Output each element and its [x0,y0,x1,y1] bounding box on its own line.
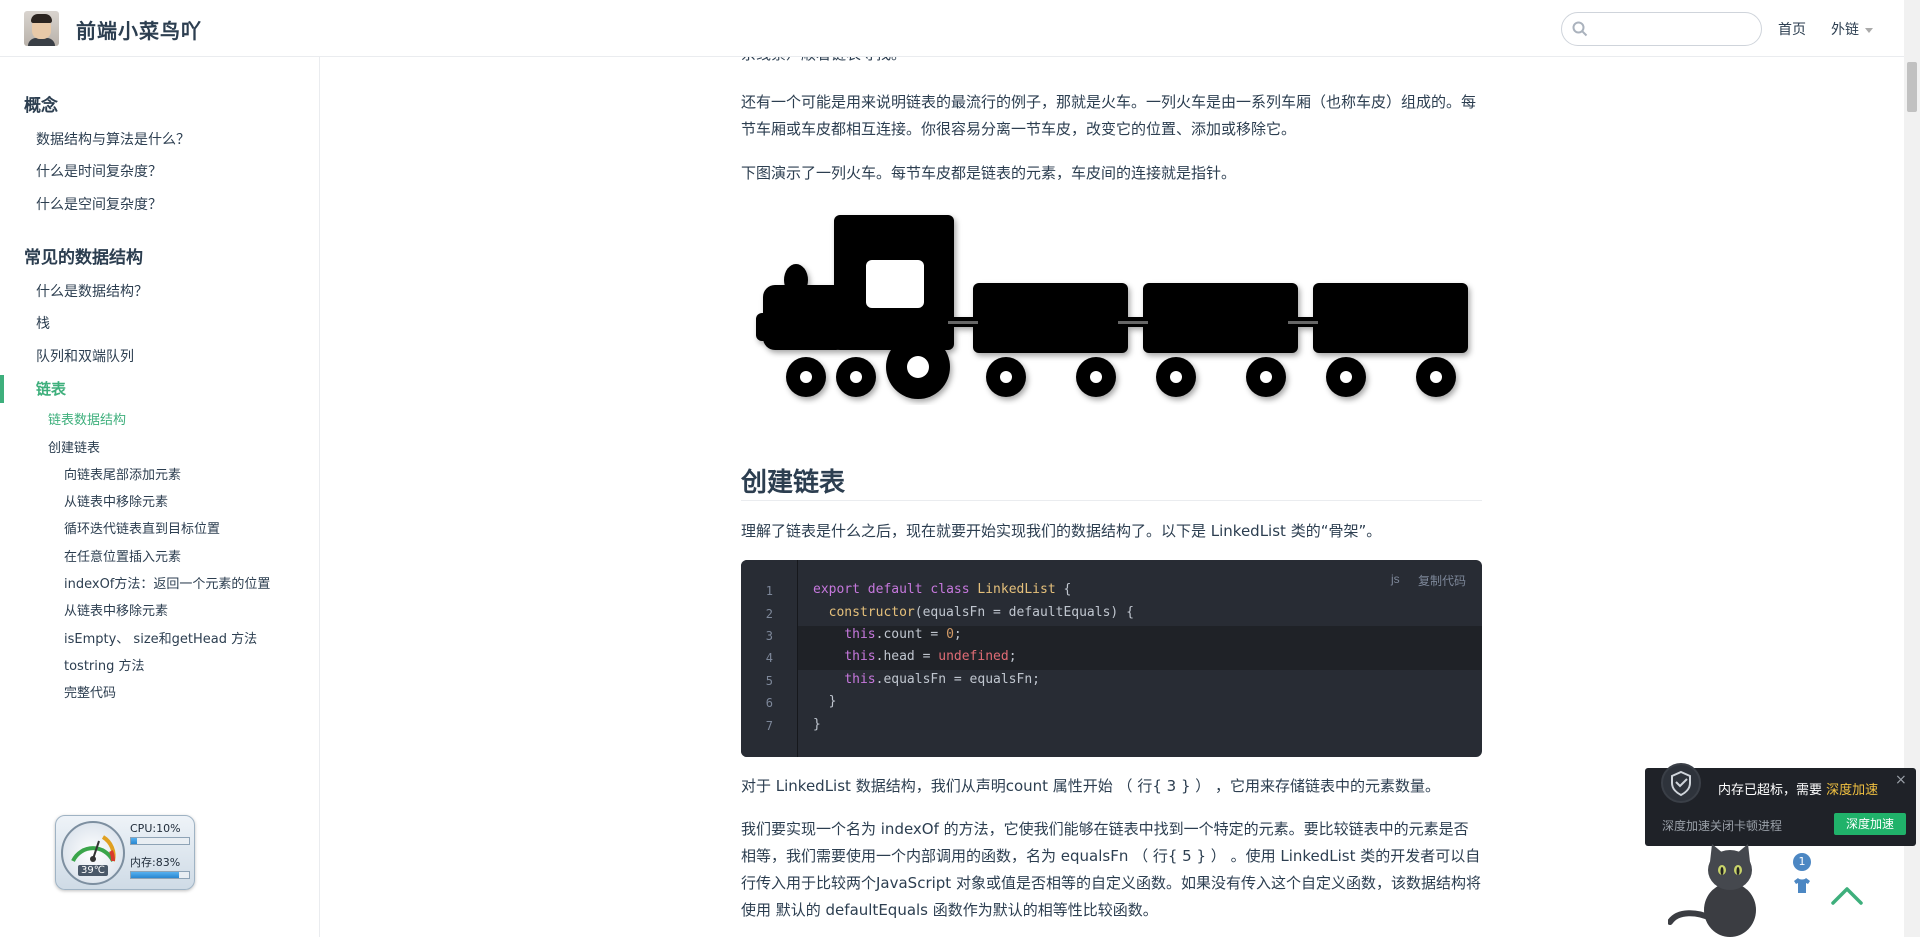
chevron-down-icon [1865,27,1873,33]
paragraph-indexof: 我们要实现一个名为 indexOf 的方法，它使我们能够在链表中找到一个特定的元… [741,820,1481,919]
paragraph-count-property: 对于 LinkedList 数据结构，我们从声明count 属性开始 （ 行{ … [741,777,1441,795]
sidebar-subitem-2[interactable]: 从链表中移除元素 [64,600,168,619]
memory-usage-label: 内存:83% [130,856,181,869]
popup-title: 内存已超标，需要 深度加速 [1718,779,1878,798]
sidebar-group-data-structures[interactable]: 常见的数据结构 [24,243,143,268]
line-number: 6 [765,696,773,710]
code-gutter: 1 2 3 4 5 6 7 [741,560,798,757]
memory-usage-fill [131,872,180,878]
cat-mascot-icon[interactable] [1668,840,1788,937]
nav-links-label: 外链 [1831,22,1859,38]
sidebar-item[interactable]: 队列和双端队列 [36,346,134,366]
sidebar-subitem-2[interactable]: 从链表中移除元素 [64,491,168,510]
system-monitor-widget[interactable]: 39℃ CPU:10% 内存:83% [55,815,195,890]
sidebar-subitem-active[interactable]: 链表数据结构 [48,409,126,428]
copy-code-button[interactable]: 复制代码 [1418,572,1466,589]
line-number: 2 [765,607,773,621]
cpu-usage-label: CPU:10% [130,822,181,835]
search-icon [1572,21,1588,37]
sidebar-subitem-2[interactable]: isEmpty、 size和getHead 方法 [64,628,257,647]
memory-warning-popup: 内存已超标，需要 深度加速 × 深度加速关闭卡顿进程 深度加速 [1645,763,1916,846]
code-line: export default class LinkedList { [813,582,1072,597]
heading-divider [741,500,1482,501]
cpu-usage-fill [131,838,137,844]
navbar: 前端小菜鸟吖 首页 外链 [0,0,1904,57]
avatar-logo[interactable] [24,11,59,46]
back-to-top-chevron-up-icon[interactable] [1830,884,1864,906]
line-number: 1 [765,584,773,598]
popup-title-prefix: 内存已超标，需要 [1718,783,1823,798]
close-icon[interactable]: × [1895,772,1907,788]
code-line: this.equalsFn = equalsFn; [844,672,1040,687]
site-title[interactable]: 前端小菜鸟吖 [76,15,202,44]
sidebar-item[interactable]: 数据结构与算法是什么？ [36,129,190,149]
popup-subtitle: 深度加速关闭卡顿进程 [1662,819,1783,833]
sidebar-item[interactable]: 什么是数据结构？ [36,281,148,301]
line-number: 7 [765,719,773,733]
paragraph-train-intro: 还有一个可能是用来说明链表的最流行的例子，那就是火车。一列火车是由一系列车厢（也… [741,93,1477,138]
search-input[interactable] [1561,12,1762,46]
temperature-readout: 39℃ [78,865,108,876]
code-block: 1 2 3 4 5 6 7 js 复制代码 export default cla… [741,560,1482,757]
sidebar-subitem-2[interactable]: 在任意位置插入元素 [64,546,181,565]
popup-title-highlight[interactable]: 深度加速 [1826,783,1878,798]
sidebar-subitem-2[interactable]: tostring 方法 [64,655,145,674]
code-language-label: js [1391,572,1400,586]
sidebar-item[interactable]: 什么是空间复杂度？ [36,194,162,214]
memory-usage-bar [130,871,190,879]
sidebar-item-linked-list[interactable]: 链表 [36,378,66,399]
line-number: 3 [765,629,773,643]
sidebar-subitem-2[interactable]: 循环迭代链表直到目标位置 [64,518,220,537]
sidebar-item[interactable]: 什么是时间复杂度？ [36,161,162,181]
code-line: this.count = 0; [844,627,962,642]
notification-count-badge[interactable]: 1 [1793,853,1811,871]
sidebar-subitem-2[interactable]: 向链表尾部添加元素 [64,464,181,483]
sidebar-subitem-2[interactable]: indexOf方法：返回一个元素的位置 [64,573,270,592]
paragraph-skeleton-intro: 理解了链表是什么之后，现在就要开始实现我们的数据结构了。以下是 LinkedLi… [741,522,1382,540]
sidebar-subitem-2[interactable]: 完整代码 [64,682,116,701]
nav-external-links-dropdown[interactable]: 外链 [1831,19,1873,39]
code-line: } [813,694,837,709]
sidebar-group-concepts[interactable]: 概念 [24,91,58,116]
code-line: } [813,717,821,732]
code-line: constructor(equalsFn = defaultEquals) { [828,605,1134,620]
code-line: this.head = undefined; [844,649,1017,664]
line-number: 5 [765,674,773,688]
shield-icon [1661,763,1701,803]
tshirt-icon[interactable] [1793,876,1811,894]
sidebar-subitem[interactable]: 创建链表 [48,437,100,456]
scrollbar-thumb[interactable] [1907,62,1917,112]
section-heading-create-linked-list: 创建链表 [741,468,846,498]
sidebar-item[interactable]: 栈 [36,313,50,333]
sidebar-active-indicator [0,375,4,403]
paragraph-train-figure-caption: 下图演示了一列火车。每节车皮都是链表的元素，车皮间的连接就是指针。 [741,164,1237,182]
deep-accelerate-button[interactable]: 深度加速 [1834,813,1906,835]
cpu-usage-bar [130,837,190,845]
line-number: 4 [765,651,773,665]
nav-home-link[interactable]: 首页 [1778,19,1806,39]
train-illustration [756,215,1468,399]
sidebar: 概念 数据结构与算法是什么？ 什么是时间复杂度？ 什么是空间复杂度？ 常见的数据… [0,57,320,937]
